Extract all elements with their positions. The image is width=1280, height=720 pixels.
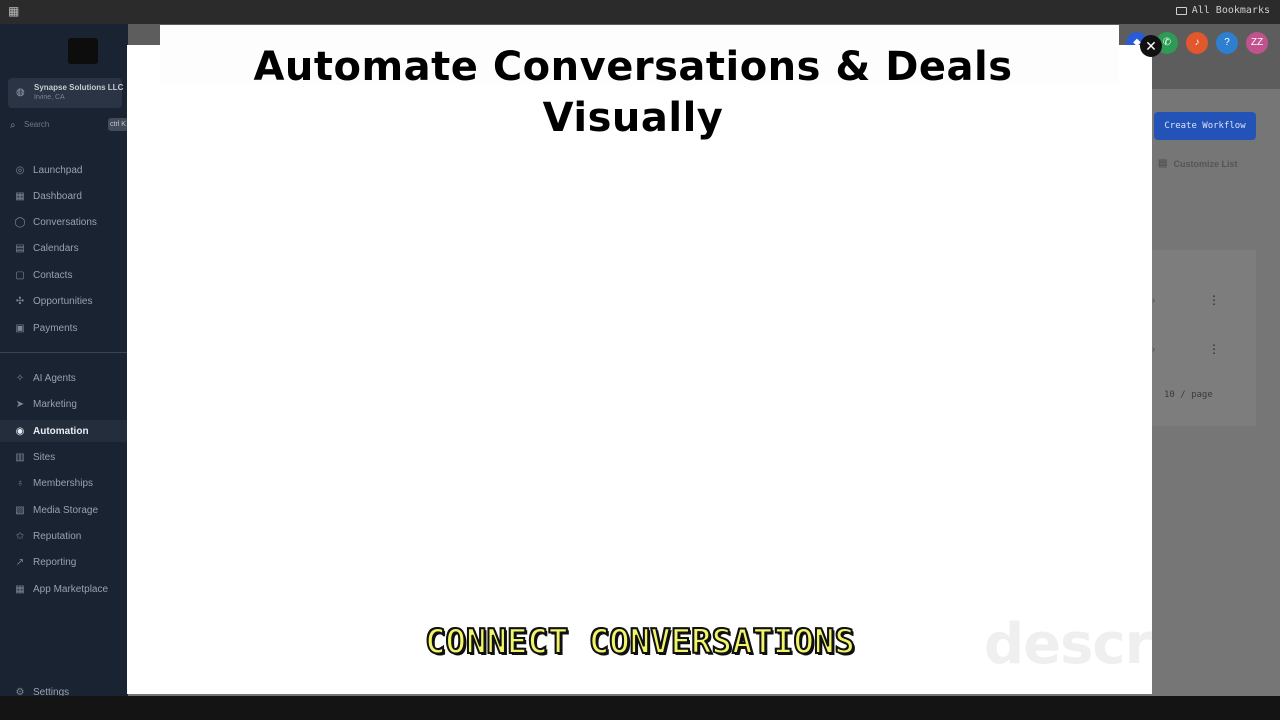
sidebar-item-launchpad[interactable]: ◎ Launchpad [0, 159, 128, 181]
sidebar-item-label: Memberships [33, 477, 94, 489]
sidebar-item-ai-agents[interactable]: ✧ AI Agents [0, 367, 128, 389]
modal-title-line2: Visually [542, 95, 724, 141]
sidebar-item-label: Reputation [33, 530, 82, 542]
reputation-icon: ✩ [15, 530, 25, 542]
page-size-select[interactable]: 10 / page [1164, 390, 1213, 400]
sidebar-item-label: Dashboard [33, 190, 82, 202]
building-icon: ◍ [16, 87, 25, 98]
bottom-bar [0, 696, 1280, 720]
contacts-icon: ▢ [15, 269, 25, 281]
opportunities-icon: ✣ [15, 295, 25, 307]
sidebar-item-calendars[interactable]: ▤ Calendars [0, 237, 128, 259]
sites-icon: ▥ [15, 451, 25, 463]
sidebar-item-reputation[interactable]: ✩ Reputation [0, 525, 128, 547]
sidebar-item-app-marketplace[interactable]: ▦ App Marketplace [0, 578, 128, 600]
sidebar-item-label: Conversations [33, 216, 97, 228]
sidebar-item-label: Media Storage [33, 504, 99, 516]
row-chevron-icon[interactable]: › [1152, 295, 1155, 305]
help-icon[interactable]: ? [1216, 32, 1238, 54]
descript-watermark: descript [984, 612, 1235, 677]
media-icon: ▧ [15, 504, 25, 516]
sidebar-item-opportunities[interactable]: ✣ Opportunities [0, 290, 128, 312]
memberships-icon: ♁ [16, 477, 24, 489]
video-caption: CONNECT CONVERSATIONS [424, 621, 856, 663]
customize-list-button[interactable]: ▤ Customize List [1158, 158, 1237, 169]
chat-icon: ◯ [14, 216, 26, 228]
close-modal-button[interactable]: ✕ [1140, 35, 1162, 57]
sidebar-item-media-storage[interactable]: ▧ Media Storage [0, 499, 128, 521]
payments-icon: ▣ [15, 322, 25, 334]
sidebar-item-dashboard[interactable]: ▦ Dashboard [0, 185, 128, 207]
modal-title: Automate Conversations & Deals Visually [127, 42, 1139, 144]
rocket-icon: ◎ [15, 164, 25, 176]
row-menu-kebab-icon[interactable]: ⋮ [1208, 343, 1220, 355]
sidebar-item-label: AI Agents [33, 372, 76, 384]
sidebar-item-label: Marketing [33, 398, 77, 410]
sidebar-item-label: Automation [33, 425, 89, 437]
sidebar: ◍ Synapse Solutions LLC Irvine, CA ⌕ Sea… [0, 24, 128, 720]
sidebar-item-label: Payments [33, 322, 78, 334]
customize-list-label: Customize List [1173, 158, 1238, 169]
sidebar-item-label: Sites [33, 451, 56, 463]
account-switcher[interactable]: ◍ Synapse Solutions LLC Irvine, CA [8, 78, 124, 108]
sidebar-item-marketing[interactable]: ➤ Marketing [0, 393, 128, 415]
sidebar-item-conversations[interactable]: ◯ Conversations [0, 211, 128, 233]
sidebar-item-label: Launchpad [33, 164, 83, 176]
sparkle-icon: ✧ [15, 372, 25, 384]
search-shortcut-badge: ctrl K [108, 118, 128, 131]
company-logo [68, 38, 98, 64]
calendar-icon: ▤ [15, 242, 25, 254]
sidebar-item-label: Reporting [33, 556, 77, 568]
send-icon: ➤ [15, 398, 25, 410]
sidebar-item-memberships[interactable]: ♁ Memberships [0, 472, 128, 494]
grid-icon: ▦ [15, 190, 25, 202]
user-avatar[interactable]: ZZ [1246, 32, 1268, 54]
sidebar-item-payments[interactable]: ▣ Payments [0, 317, 128, 339]
sidebar-item-contacts[interactable]: ▢ Contacts [0, 264, 128, 286]
sidebar-item-label: Opportunities [33, 295, 93, 307]
sidebar-divider [0, 352, 128, 353]
sidebar-item-label: App Marketplace [33, 583, 109, 595]
modal-title-line1: Automate Conversations & Deals [253, 44, 1013, 90]
sidebar-item-sites[interactable]: ▥ Sites [0, 446, 128, 468]
search-input[interactable]: Search [24, 120, 49, 129]
row-chevron-icon[interactable]: › [1152, 344, 1155, 354]
list-settings-icon: ▤ [1158, 158, 1168, 169]
sidebar-item-reporting[interactable]: ↗ Reporting [0, 551, 128, 573]
search-icon: ⌕ [10, 120, 16, 131]
account-name: Synapse Solutions LLC [34, 83, 124, 92]
all-bookmarks-link[interactable]: All Bookmarks [1175, 5, 1270, 16]
create-workflow-button[interactable]: Create Workflow [1154, 112, 1256, 140]
apps-grid-icon[interactable]: ▦ [8, 5, 20, 17]
chart-icon: ↗ [15, 556, 25, 568]
all-bookmarks-label: All Bookmarks [1191, 5, 1270, 16]
sidebar-item-label: Contacts [33, 269, 73, 281]
marketplace-icon: ▦ [15, 583, 25, 595]
sidebar-item-automation[interactable]: ◉ Automation [0, 420, 128, 442]
automation-icon: ◉ [15, 425, 25, 437]
row-menu-kebab-icon[interactable]: ⋮ [1208, 294, 1220, 306]
browser-bookmarks-bar: ▦ All Bookmarks [0, 0, 1280, 24]
folder-icon [1175, 6, 1187, 15]
sidebar-item-label: Calendars [33, 242, 79, 254]
account-location: Irvine, CA [34, 94, 65, 101]
notification-bell-icon[interactable]: ♪ [1186, 32, 1208, 54]
